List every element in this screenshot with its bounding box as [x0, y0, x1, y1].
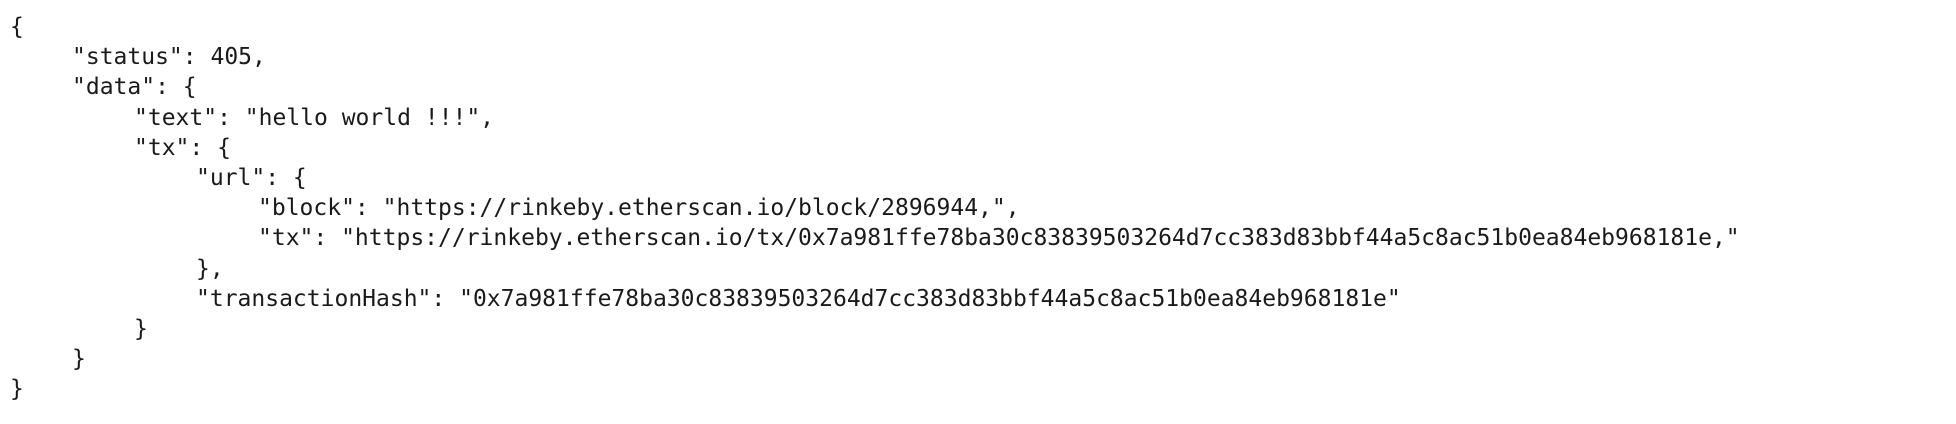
json-block-url-line: "block": "https://rinkeby.etherscan.io/b… — [258, 195, 1020, 222]
json-tx-close-line: } — [134, 315, 148, 342]
json-data-key-line: "data": { — [72, 74, 197, 101]
json-open-brace: { — [10, 14, 24, 40]
json-url-key-line: "url": { — [196, 164, 307, 191]
json-tx-key-line: "tx": { — [134, 134, 231, 161]
json-data-close-line: } — [72, 346, 86, 373]
json-tx-url-line: "tx": "https://rinkeby.etherscan.io/tx/0… — [258, 225, 1740, 252]
json-viewer: { "status": 405, "data": { "text": "hell… — [10, 12, 1740, 404]
json-transaction-hash-line: "transactionHash": "0x7a981ffe78ba30c838… — [196, 285, 1401, 312]
json-url-close-line: }, — [196, 255, 224, 282]
json-close-brace: } — [10, 376, 24, 403]
json-text-line: "text": "hello world !!!", — [134, 104, 495, 131]
json-status-line: "status": 405, — [72, 44, 266, 71]
